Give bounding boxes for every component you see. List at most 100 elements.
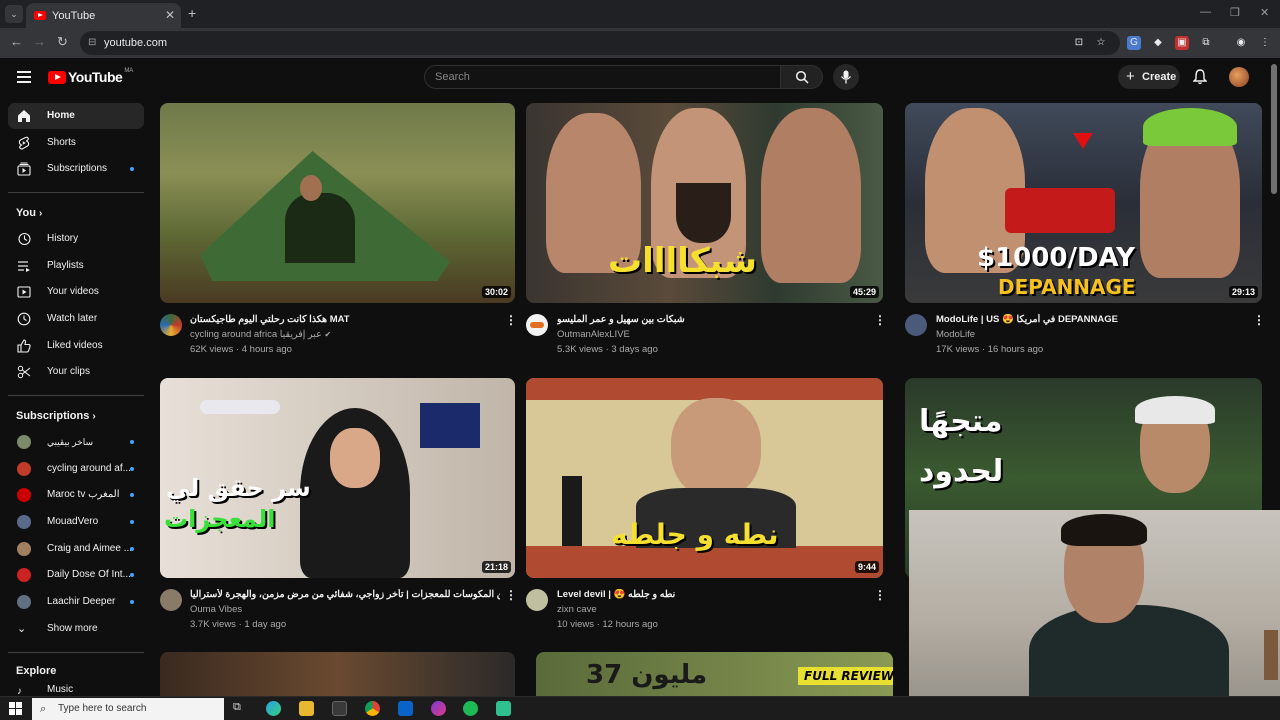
restore-button[interactable]: ❐ [1230,6,1240,19]
voice-search-button[interactable] [833,64,859,90]
sidebar-item-music[interactable]: ♪ Music [8,683,144,696]
new-tab-button[interactable]: + [188,5,196,21]
youtube-logo[interactable]: YouTube MA [48,68,133,85]
sidebar-item-shorts[interactable]: Shorts [8,130,144,156]
channel-avatar[interactable] [526,589,548,611]
sidebar-sub-channel[interactable]: ساخر بيقيبي [8,429,144,455]
reload-button[interactable]: ↻ [57,34,68,50]
sidebar-item-label: Maroc tv المغرب [47,489,120,500]
channel-avatar[interactable] [526,314,548,336]
sidebar-item-label: Watch later [47,313,98,324]
more-actions-icon[interactable]: ⋮ [874,588,886,602]
sidebar-item-label: Your clips [47,366,90,377]
video-channel[interactable]: cycling around africa عبر إفريقيا ✔ [190,329,331,340]
video-thumbnail[interactable]: 37 مليون FULL REVIEW [536,652,893,696]
new-content-dot [130,520,134,524]
green-cap-shape [1143,108,1237,146]
notifications-bell-icon[interactable] [1192,69,1208,90]
chrome-browser-icon[interactable] [365,701,380,716]
sidebar-sub-channel[interactable]: cycling around af... [8,456,144,482]
sidebar-item-your-clips[interactable]: Your clips [8,359,144,385]
bookmark-star-icon[interactable]: ☆ [1094,36,1108,50]
close-tab-icon[interactable]: ✕ [165,8,175,22]
video-thumbnail[interactable] [160,652,515,696]
windows-start-icon[interactable] [9,702,22,715]
thumbnail-overlay-text: FULL REVIEW [798,667,893,685]
search-input[interactable]: Search [424,65,781,89]
store-icon[interactable] [332,701,347,716]
more-actions-icon[interactable]: ⋮ [505,588,517,602]
minimize-button[interactable]: — [1200,6,1211,18]
video-channel[interactable]: ModoLife [936,329,975,340]
person-head [300,175,322,201]
thumbnail-overlay-text: سر حقق لي [166,474,311,502]
video-title[interactable]: ModoLife | US 😍 في أمريكا DEPANNAGE [936,314,1236,325]
back-button[interactable]: ← [10,34,23,49]
sidebar-item-playlists[interactable]: Playlists [8,253,144,279]
sidebar-subscriptions-heading[interactable]: Subscriptions › [16,410,96,422]
video-thumbnail[interactable]: شبكاااات 45:29 [526,103,883,303]
sidebar-sub-channel[interactable]: Daily Dose Of Int... [8,562,144,588]
video-title[interactable]: Level devil | 😍 نطه و جلطه [557,589,857,600]
tab-search-button[interactable]: ⌄ [5,5,23,23]
page-scrollbar[interactable] [1271,64,1277,194]
forward-button[interactable]: → [33,34,46,49]
video-title[interactable]: شبكات بين سهيل و عمر المليسو [557,314,857,325]
taskbar-search-input[interactable]: ⌕ Type here to search [32,698,224,720]
more-actions-icon[interactable]: ⋮ [874,313,886,327]
url-text: youtube.com [104,37,167,49]
video-thumbnail[interactable]: 30:02 [160,103,515,303]
channel-avatar[interactable] [160,314,182,336]
channel-avatar[interactable] [905,314,927,336]
extension-red-icon[interactable]: ▣ [1175,36,1189,50]
more-actions-icon[interactable]: ⋮ [505,313,517,327]
video-duration: 45:29 [849,286,879,298]
sidebar-item-label: Liked videos [47,340,103,351]
sidebar-sub-channel[interactable]: Maroc tv المغرب [8,482,144,508]
sidebar-item-your-videos[interactable]: Your videos [8,279,144,305]
messenger-icon[interactable] [431,701,446,716]
sidebar-sub-channel[interactable]: Craig and Aimee ... [8,536,144,562]
video-thumbnail[interactable]: نطه و جلطه 9:44 [526,378,883,578]
menu-icon[interactable] [17,71,31,86]
task-view-icon[interactable]: ⧉ [233,701,248,716]
app-icon[interactable] [496,701,511,716]
extension-diamond-icon[interactable]: ◆ [1151,36,1165,50]
edge-browser-icon[interactable] [266,701,281,716]
sidebar-show-more[interactable]: ⌄ Show more [8,616,144,642]
translate-extension-icon[interactable]: G [1127,36,1141,50]
video-title[interactable]: من المكوسات للمعجزات | تأخر زواجي، شفائي… [190,589,500,600]
search-button[interactable] [781,65,823,89]
video-channel[interactable]: zixn cave [557,604,597,615]
video-channel[interactable]: Ouma Vibes [190,604,242,615]
profile-icon[interactable]: ◉ [1234,36,1248,50]
video-thumbnail[interactable]: $1000/DAY DEPANNAGE 29:13 [905,103,1262,303]
plus-icon: + [1126,68,1135,85]
search-icon [795,70,809,84]
spotify-icon[interactable] [463,701,478,716]
sidebar-item-home[interactable]: Home [8,103,144,129]
more-actions-icon[interactable]: ⋮ [1253,313,1265,327]
sidebar-item-liked-videos[interactable]: Liked videos [8,333,144,359]
sidebar-you-heading[interactable]: You › [16,207,42,219]
create-button[interactable]: + Create [1118,65,1180,89]
account-avatar[interactable] [1229,67,1249,87]
sidebar-sub-channel[interactable]: MouadVero [8,509,144,535]
video-title[interactable]: هكذا كانت رحلتي اليوم طاجيكستان MAT [190,314,490,325]
file-explorer-icon[interactable] [299,701,314,716]
outlook-icon[interactable] [398,701,413,716]
sidebar-item-watch-later[interactable]: Watch later [8,306,144,332]
sidebar-item-history[interactable]: History [8,226,144,252]
site-info-icon[interactable]: ⊟ [88,31,96,55]
address-bar[interactable]: ⊟ youtube.com [80,31,1120,55]
close-window-button[interactable]: ✕ [1260,6,1269,19]
video-thumbnail[interactable]: سر حقق لي المعجزات 21:18 [160,378,515,578]
channel-avatar[interactable] [160,589,182,611]
install-app-icon[interactable]: ⊡ [1072,36,1086,50]
extensions-puzzle-icon[interactable]: ⧉ [1199,36,1213,50]
browser-tab-youtube[interactable]: YouTube ✕ [26,3,181,28]
sidebar-sub-channel[interactable]: Laachir Deeper [8,589,144,615]
sidebar-item-subscriptions[interactable]: Subscriptions [8,156,144,182]
chrome-menu-icon[interactable]: ⋮ [1258,36,1272,50]
video-channel[interactable]: OutmanAlexLIVE [557,329,630,340]
